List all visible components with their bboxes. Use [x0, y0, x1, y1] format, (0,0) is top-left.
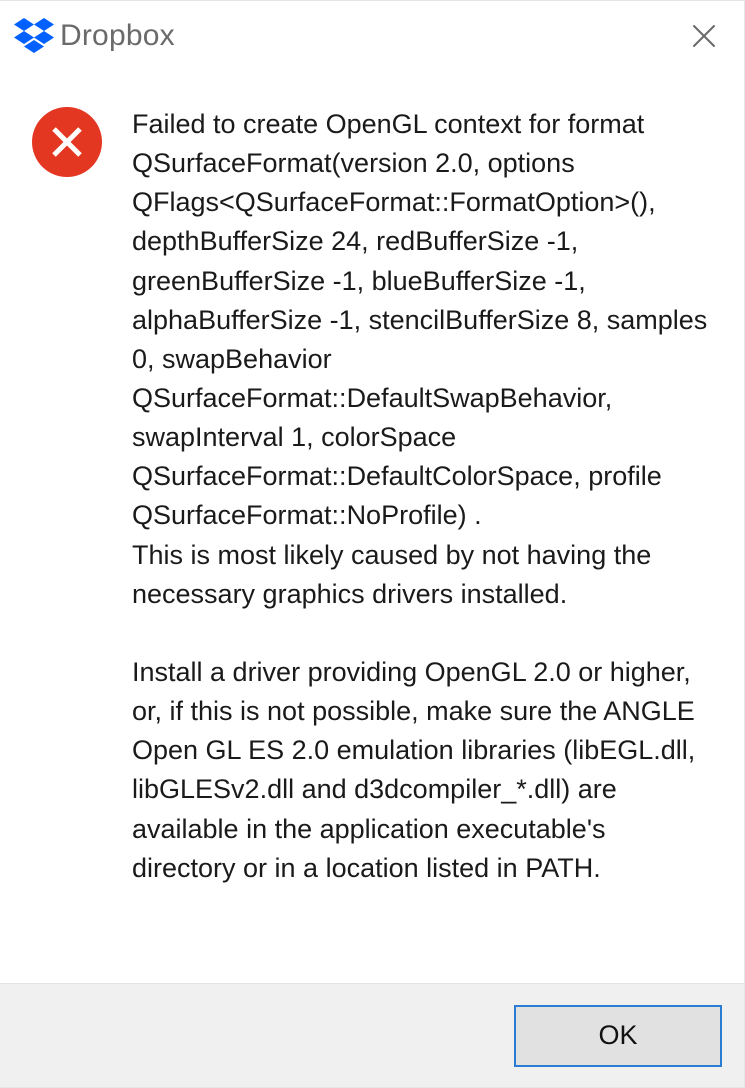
ok-button[interactable]: OK [514, 1005, 722, 1067]
close-icon [691, 23, 717, 49]
window-title: Dropbox [60, 19, 682, 53]
error-message: Failed to create OpenGL context for form… [132, 105, 716, 888]
titlebar: Dropbox [0, 1, 744, 71]
x-icon [46, 121, 88, 163]
close-button[interactable] [682, 14, 726, 58]
dialog-body: Failed to create OpenGL context for form… [0, 71, 744, 983]
dropbox-icon [14, 18, 54, 54]
error-icon [32, 107, 102, 177]
dialog-footer: OK [0, 983, 744, 1087]
error-dialog: Dropbox Failed to create OpenGL context … [0, 0, 745, 1088]
